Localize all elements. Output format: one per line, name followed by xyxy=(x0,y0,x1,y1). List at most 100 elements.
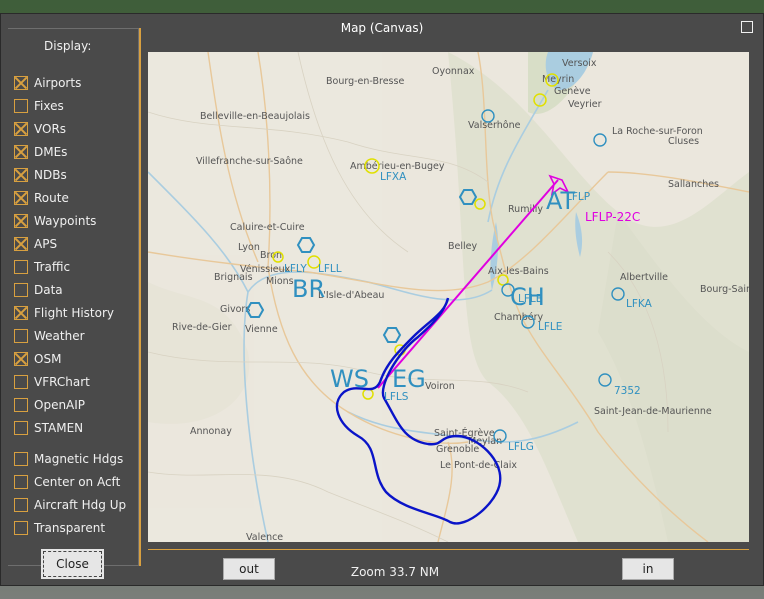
option-label: Transparent xyxy=(34,521,106,535)
zoom-readout: Zoom 33.7 NM xyxy=(350,565,440,579)
option-flight-history[interactable]: Flight History xyxy=(14,305,114,321)
close-button[interactable]: Close xyxy=(43,551,102,577)
option-vors[interactable]: VORs xyxy=(14,121,66,137)
checkbox[interactable] xyxy=(14,421,28,435)
zoom-in-button[interactable]: in xyxy=(622,558,674,580)
option-center-on-acft[interactable]: Center on Acft xyxy=(14,474,120,490)
checkbox[interactable] xyxy=(14,168,28,182)
runway-label: LFLP-22C xyxy=(585,210,640,224)
checkbox[interactable] xyxy=(14,260,28,274)
nav-label: LFLB xyxy=(518,293,543,305)
town-label: Valence xyxy=(246,532,283,542)
map-canvas[interactable]: Bourg-en-Bresse Oyonnax Versoix Meyrin G… xyxy=(148,52,749,542)
town-label: Aix-les-Bains xyxy=(488,266,549,277)
window-close-box[interactable] xyxy=(741,21,753,33)
town-label: Givors xyxy=(220,304,250,315)
option-transparent[interactable]: Transparent xyxy=(14,520,105,536)
sidebar-divider xyxy=(139,28,141,566)
option-vfrchart[interactable]: VFRChart xyxy=(14,374,90,390)
option-label: Flight History xyxy=(34,306,115,320)
checkbox[interactable] xyxy=(14,521,28,535)
option-label: Data xyxy=(34,283,63,297)
checkbox[interactable] xyxy=(14,99,28,113)
option-openaip[interactable]: OpenAIP xyxy=(14,397,85,413)
option-label: VORs xyxy=(34,122,67,136)
option-route[interactable]: Route xyxy=(14,190,69,206)
town-label: Annonay xyxy=(190,426,232,437)
option-label: Center on Acft xyxy=(34,475,121,489)
town-label: Bourg-Saint-Maurice xyxy=(700,284,749,295)
checkbox[interactable] xyxy=(14,329,28,343)
checkbox[interactable] xyxy=(14,76,28,90)
checkbox[interactable] xyxy=(14,498,28,512)
option-waypoints[interactable]: Waypoints xyxy=(14,213,96,229)
town-label: Voiron xyxy=(425,381,455,392)
option-label: NDBs xyxy=(34,168,67,182)
town-label: Brignais xyxy=(214,272,253,283)
option-aircraft-hdg-up[interactable]: Aircraft Hdg Up xyxy=(14,497,126,513)
option-label: VFRChart xyxy=(34,375,90,389)
town-label: L'Isle-d'Abeau xyxy=(318,290,384,301)
option-label: STAMEN xyxy=(34,421,84,435)
option-stamen[interactable]: STAMEN xyxy=(14,420,83,436)
map-bottom-divider xyxy=(148,549,749,550)
town-label: Vienne xyxy=(245,324,278,335)
option-magnetic-hdgs[interactable]: Magnetic Hdgs xyxy=(14,451,123,467)
checkbox[interactable] xyxy=(14,306,28,320)
option-label: Aircraft Hdg Up xyxy=(34,498,127,512)
option-label: OpenAIP xyxy=(34,398,86,412)
option-ndbs[interactable]: NDBs xyxy=(14,167,67,183)
option-aps[interactable]: APS xyxy=(14,236,57,252)
checkbox[interactable] xyxy=(14,475,28,489)
town-label: Bourg-en-Bresse xyxy=(326,76,404,87)
nav-label: LFLS xyxy=(384,391,409,403)
option-label: Traffic xyxy=(34,260,71,274)
checkbox[interactable] xyxy=(14,452,28,466)
option-label: OSM xyxy=(34,352,62,366)
checkbox[interactable] xyxy=(14,191,28,205)
checkbox[interactable] xyxy=(14,352,28,366)
option-dmes[interactable]: DMEs xyxy=(14,144,67,160)
option-data[interactable]: Data xyxy=(14,282,63,298)
town-label: Mions xyxy=(266,276,294,287)
nav-label: LFKA xyxy=(626,298,653,310)
town-label: Villefranche-sur-Saône xyxy=(196,156,303,167)
checkbox[interactable] xyxy=(14,398,28,412)
option-label: Weather xyxy=(34,329,85,343)
checkbox[interactable] xyxy=(14,214,28,228)
nav-label: 7352 xyxy=(614,385,641,397)
town-label: Genève xyxy=(554,86,591,97)
nav-label: LFLL xyxy=(318,263,342,275)
nav-label: LFLE xyxy=(538,321,562,333)
option-fixes[interactable]: Fixes xyxy=(14,98,64,114)
option-airports[interactable]: Airports xyxy=(14,75,81,91)
nav-label: LFLP xyxy=(566,191,590,203)
town-label: Cluses xyxy=(668,136,699,147)
checkbox[interactable] xyxy=(14,283,28,297)
checkbox[interactable] xyxy=(14,145,28,159)
option-label: Magnetic Hdgs xyxy=(34,452,124,466)
nav-label: LFLG xyxy=(508,441,534,453)
checkbox[interactable] xyxy=(14,237,28,251)
checkbox[interactable] xyxy=(14,375,28,389)
option-traffic[interactable]: Traffic xyxy=(14,259,70,275)
town-label: Belleville-en-Beaujolais xyxy=(200,111,310,122)
zoom-out-button[interactable]: out xyxy=(223,558,275,580)
town-label: Chambéry xyxy=(494,312,544,323)
town-label: Versoix xyxy=(562,58,597,69)
vor-label-eg: EG xyxy=(392,365,426,393)
option-osm[interactable]: OSM xyxy=(14,351,61,367)
option-label: Fixes xyxy=(34,99,64,113)
town-label: Grenoble xyxy=(436,444,479,455)
map-svg: Bourg-en-Bresse Oyonnax Versoix Meyrin G… xyxy=(148,52,749,542)
town-label: Albertville xyxy=(620,272,668,283)
checkbox[interactable] xyxy=(14,122,28,136)
nav-label: LFXA xyxy=(380,171,407,183)
town-label: Veyrier xyxy=(568,99,602,110)
option-label: DMEs xyxy=(34,145,68,159)
vor-label-br: BR xyxy=(292,275,325,303)
town-label: Lyon xyxy=(238,242,260,253)
option-weather[interactable]: Weather xyxy=(14,328,85,344)
option-label: Airports xyxy=(34,76,82,90)
vor-label-ws: WS xyxy=(330,365,369,393)
